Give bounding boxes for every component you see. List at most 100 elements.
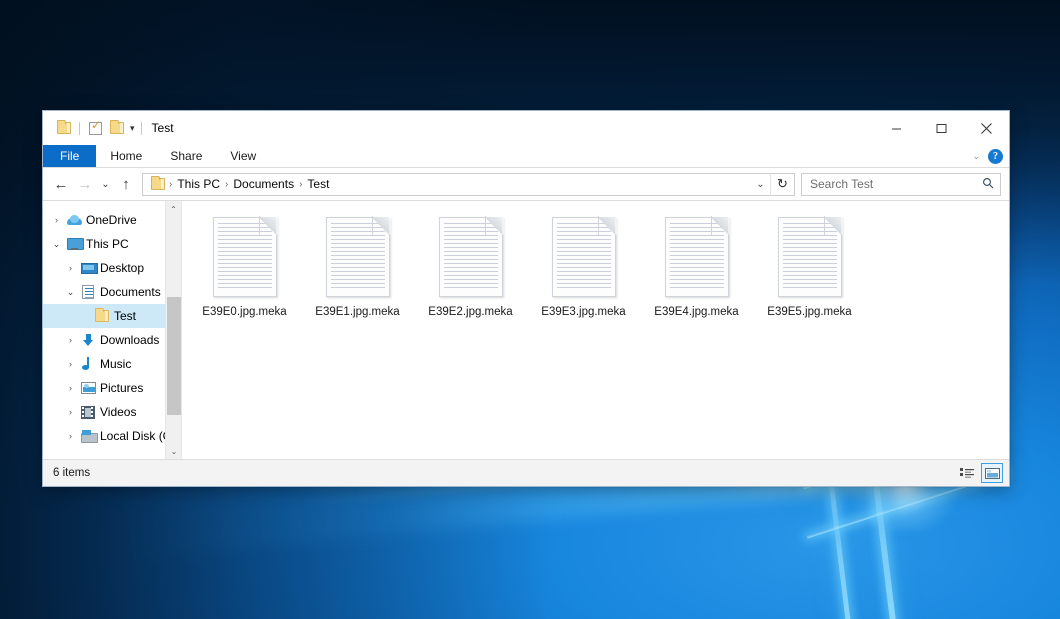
forward-arrow-icon: → [73,172,97,196]
maximize-icon[interactable] [919,111,964,145]
sidebar-item-desktop[interactable]: › Desktop [43,256,181,280]
videos-icon [78,406,98,419]
music-icon [78,357,98,371]
window-title: Test [152,121,174,135]
generic-document-icon [778,217,842,297]
sidebar-item-label: Test [112,309,136,323]
expander-chevron-icon[interactable]: › [63,263,78,273]
sidebar-item-videos[interactable]: › Videos [43,400,181,424]
file-name: E39E2.jpg.meka [428,306,512,318]
sidebar-item-label: Videos [98,405,136,419]
generic-document-icon [213,217,277,297]
large-icons-view-button[interactable] [981,463,1003,483]
back-arrow-icon[interactable]: ← [49,172,73,196]
cloud-icon [64,215,84,225]
properties-checkmark-icon[interactable] [84,117,106,139]
file-name: E39E1.jpg.meka [315,306,399,318]
sidebar-item-label: This PC [84,237,129,251]
scroll-up-arrow-icon[interactable]: ⌃ [166,201,181,217]
status-bar: 6 items [43,459,1009,486]
tab-share[interactable]: Share [156,145,216,167]
downloads-icon [78,334,98,347]
expander-chevron-icon[interactable]: › [63,383,78,393]
up-arrow-icon[interactable]: ↑ [114,172,138,196]
navigation-bar: ← → ⌄ ↑ › This PC › Documents › Test ⌄ ↻ [43,168,1009,200]
scrollbar-thumb[interactable] [167,297,181,415]
tab-file[interactable]: File [43,145,96,167]
sidebar-item-pictures[interactable]: › Pictures [43,376,181,400]
expander-chevron-icon[interactable]: › [63,335,78,345]
generic-document-icon [665,217,729,297]
pictures-icon [78,382,98,394]
title-bar[interactable]: ▾ Test [43,111,1009,145]
generic-document-icon [552,217,616,297]
sidebar-item-music[interactable]: › Music [43,352,181,376]
expander-chevron-icon[interactable]: ⌄ [63,287,78,298]
sidebar-item-label: Documents [98,285,161,299]
search-input[interactable] [808,176,982,192]
file-name: E39E5.jpg.meka [767,306,851,318]
expander-chevron-icon[interactable]: › [49,215,64,225]
ribbon-tab-bar: File Home Share View ⌄ ? [43,145,1009,168]
breadcrumb: › This PC › Documents › Test [169,177,751,191]
quick-access-toolbar: ▾ Test [43,117,174,139]
desktop-icon [78,262,98,274]
item-count: 6 items [53,467,90,479]
sidebar-item-label: OneDrive [84,213,137,227]
expander-chevron-icon[interactable]: › [63,431,78,441]
sidebar-item-test[interactable]: Test [43,304,181,328]
expander-chevron-icon[interactable]: › [63,407,78,417]
file-name: E39E4.jpg.meka [654,306,738,318]
refresh-icon[interactable]: ↻ [770,173,794,196]
expander-chevron-icon[interactable]: ⌄ [49,239,64,250]
sidebar-item-label: Pictures [98,381,143,395]
list-item[interactable]: E39E1.jpg.meka [301,213,414,318]
tab-view[interactable]: View [216,145,270,167]
list-item[interactable]: E39E4.jpg.meka [640,213,753,318]
list-item[interactable]: E39E5.jpg.meka [753,213,866,318]
close-icon[interactable] [964,111,1009,145]
sidebar-item-label: Music [98,357,131,371]
sidebar-item-onedrive[interactable]: › OneDrive [43,208,181,232]
sidebar-item-this-pc[interactable]: ⌄ This PC [43,232,181,256]
list-item[interactable]: E39E0.jpg.meka [188,213,301,318]
file-name: E39E3.jpg.meka [541,306,625,318]
list-item[interactable]: E39E2.jpg.meka [414,213,527,318]
tab-home[interactable]: Home [96,145,156,167]
sidebar-item-documents[interactable]: ⌄ Documents [43,280,181,304]
list-item[interactable]: E39E3.jpg.meka [527,213,640,318]
recent-locations-chevron-icon[interactable]: ⌄ [97,172,114,196]
address-bar[interactable]: › This PC › Documents › Test ⌄ ↻ [142,173,795,196]
generic-document-icon [439,217,503,297]
sidebar-item-label: Downloads [98,333,159,347]
folder-icon[interactable] [53,117,75,139]
address-dropdown-chevron-icon[interactable]: ⌄ [751,179,770,190]
window-body: › OneDrive ⌄ This PC › Desktop ⌄ Documen… [43,200,1009,459]
computer-icon [64,238,84,250]
toolbar-separator [79,122,80,135]
expand-ribbon-chevron-icon[interactable]: ⌄ [972,151,980,162]
file-list-view[interactable]: E39E0.jpg.meka E39E1.jpg.meka E39E2.jpg.… [181,201,1009,459]
disk-icon [78,430,98,442]
generic-document-icon [326,217,390,297]
sidebar-item-local-disk[interactable]: › Local Disk (C:) [43,424,181,448]
breadcrumb-item-documents[interactable]: Documents [228,177,299,191]
magnifier-icon[interactable] [982,177,994,192]
help-icon[interactable]: ? [988,149,1003,164]
documents-icon [78,285,98,299]
file-explorer-window: ▾ Test File Home Share View ⌄ ? ← → [42,110,1010,487]
new-folder-icon[interactable] [106,117,128,139]
expander-chevron-icon[interactable]: › [63,359,78,369]
minimize-icon[interactable] [874,111,919,145]
toolbar-separator-2 [141,122,142,135]
details-view-button[interactable] [956,463,978,483]
breadcrumb-item-test[interactable]: Test [302,177,334,191]
customize-toolbar-chevron-icon[interactable]: ▾ [128,124,137,133]
address-folder-icon [147,173,169,195]
scroll-down-arrow-icon[interactable]: ⌄ [166,443,181,459]
window-controls [874,111,1009,145]
breadcrumb-item-this-pc[interactable]: This PC [172,177,225,191]
search-box[interactable] [801,173,1001,196]
navigation-pane-scrollbar[interactable]: ⌃ ⌄ [165,201,181,459]
sidebar-item-downloads[interactable]: › Downloads [43,328,181,352]
